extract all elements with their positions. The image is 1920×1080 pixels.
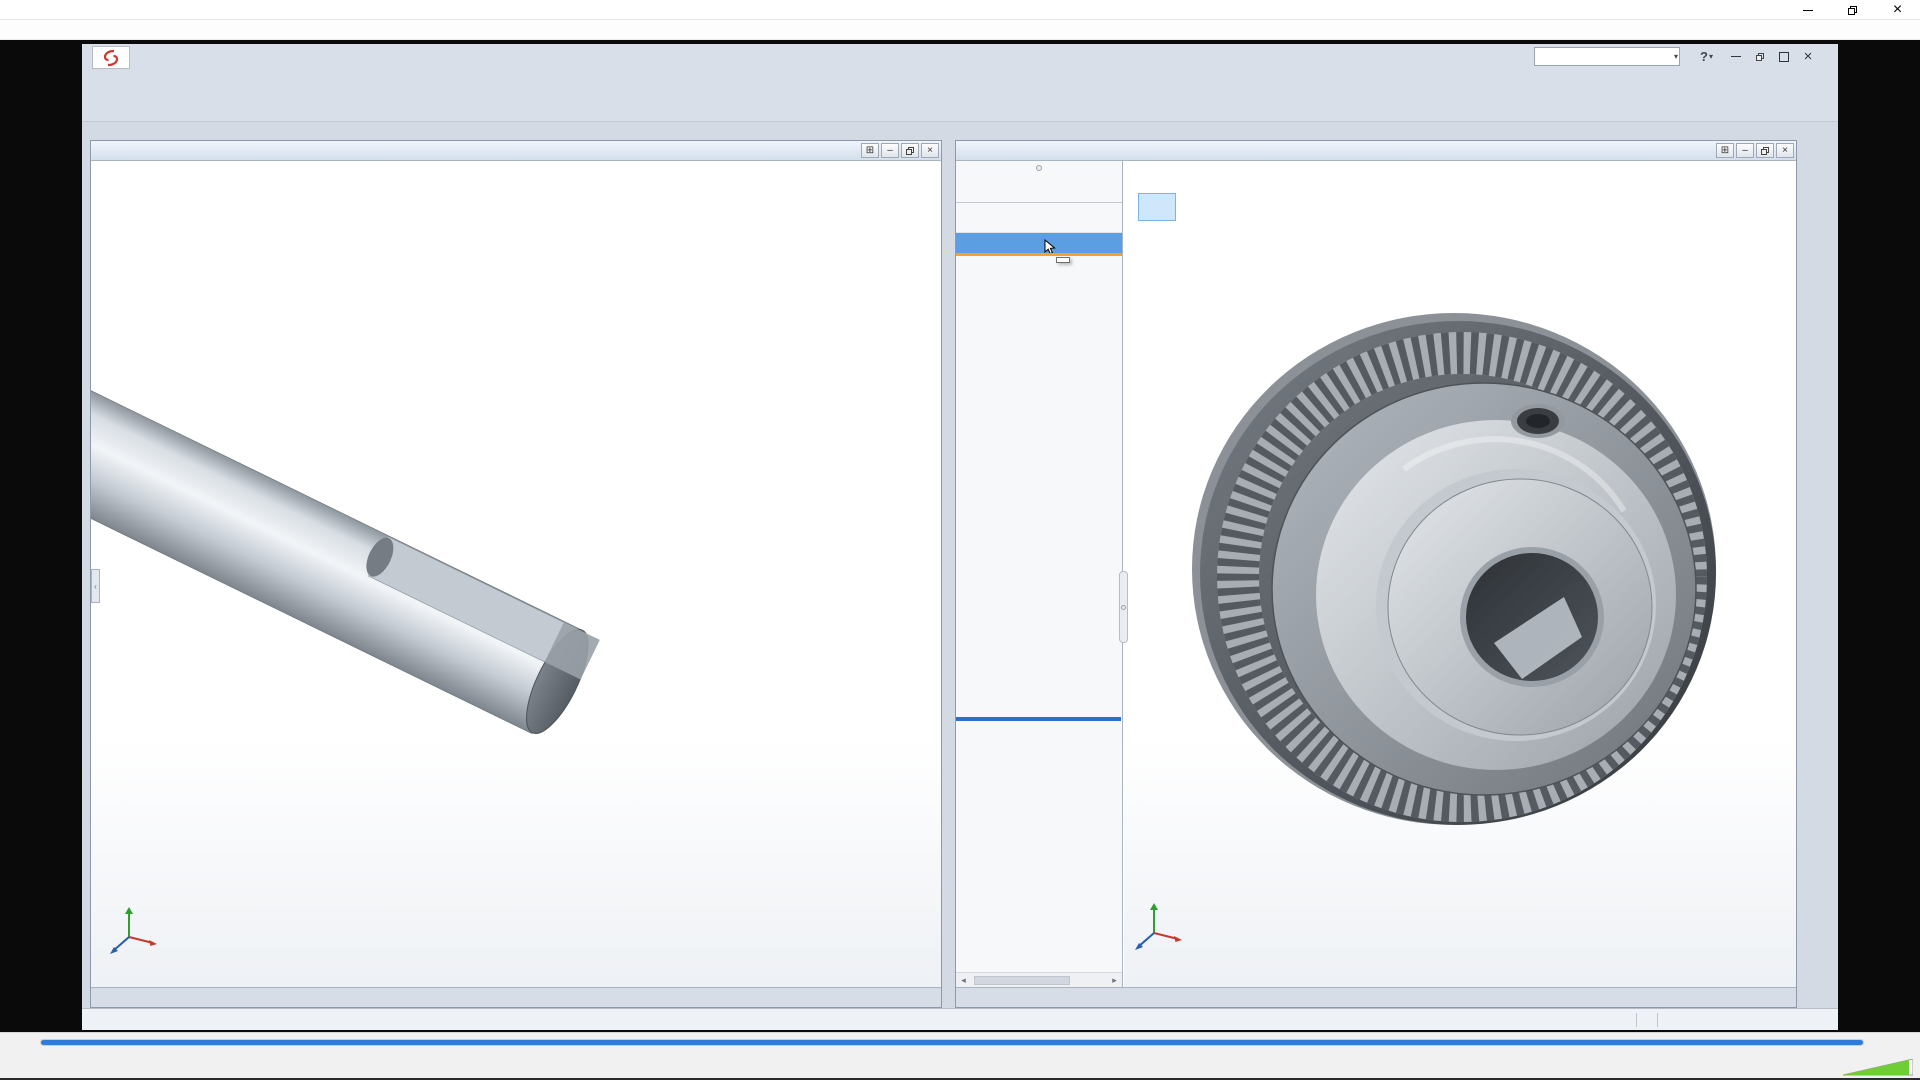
shaft-window-buttons: ⊞ – × bbox=[859, 143, 939, 158]
selection-breadcrumb-button[interactable] bbox=[1138, 193, 1176, 221]
help-dropdown-icon[interactable]: ▾ bbox=[1709, 52, 1713, 61]
restore-icon[interactable] bbox=[1830, 0, 1875, 20]
pulley-window-bottom-tabs bbox=[956, 987, 1796, 1007]
pulley-part-window: ⊞ – × bbox=[955, 140, 1797, 1008]
scroll-right-icon[interactable]: ▸ bbox=[1107, 975, 1122, 986]
sw-window-controls: × bbox=[1724, 48, 1820, 66]
drop-indicator bbox=[956, 253, 1122, 256]
collapse-panel-icon[interactable]: ‹ bbox=[91, 569, 100, 603]
tooltip bbox=[1056, 257, 1070, 263]
seek-fill bbox=[41, 1040, 1863, 1045]
solidworks-logo-mark bbox=[101, 49, 121, 67]
command-manager-toolbar bbox=[82, 72, 1838, 101]
vlc-titlebar: × bbox=[0, 0, 1920, 20]
sw-maximize-icon[interactable] bbox=[1772, 48, 1796, 66]
pulley-window-buttons: ⊞ – × bbox=[1714, 143, 1794, 158]
close-icon[interactable]: × bbox=[1875, 0, 1920, 20]
shaft-viewport[interactable]: ‹ bbox=[91, 161, 941, 987]
orientation-triad bbox=[1132, 899, 1184, 951]
shaft-window-bottom-tabs bbox=[91, 987, 941, 1007]
search-dropdown-icon[interactable]: ▾ bbox=[1674, 52, 1678, 61]
tree-panel-tabs bbox=[956, 175, 1122, 203]
window-split-icon[interactable]: ⊞ bbox=[1716, 143, 1734, 158]
panel-drag-handle[interactable] bbox=[956, 161, 1122, 175]
sw-topright: ▾ ? ▾ × bbox=[1534, 47, 1820, 66]
window-close-icon[interactable]: × bbox=[921, 143, 939, 158]
feature-manager-tree: ◂ ▸ bbox=[956, 161, 1123, 987]
tree-filter-row bbox=[956, 203, 1122, 233]
scrollbar-thumb[interactable] bbox=[974, 976, 1070, 985]
minimize-icon[interactable] bbox=[1785, 0, 1830, 20]
pulley-3d-model[interactable] bbox=[1154, 251, 1826, 951]
window-split-icon[interactable]: ⊞ bbox=[861, 143, 879, 158]
shaft-window-titlebar[interactable]: ⊞ – × bbox=[91, 141, 941, 161]
shaft-assembly-window: ⊞ – × bbox=[90, 140, 942, 1008]
window-minimize-icon[interactable]: – bbox=[881, 143, 899, 158]
sw-minimize-icon[interactable] bbox=[1724, 48, 1748, 66]
rollback-bar[interactable] bbox=[956, 717, 1121, 721]
solidworks-window: ▾ ? ▾ × bbox=[82, 44, 1838, 1030]
orientation-triad bbox=[107, 903, 159, 955]
mouse-cursor-icon bbox=[1044, 239, 1058, 253]
video-area[interactable]: ▾ ? ▾ × bbox=[0, 40, 1920, 1032]
window-restore-icon[interactable] bbox=[1756, 143, 1774, 158]
sw-status-bar bbox=[82, 1008, 1838, 1030]
solidworks-logo bbox=[92, 46, 130, 69]
tree-root-item-selected[interactable] bbox=[956, 233, 1122, 253]
screen: × bbox=[0, 0, 1920, 1080]
window-restore-icon[interactable] bbox=[901, 143, 919, 158]
pulley-viewport[interactable] bbox=[1124, 161, 1796, 987]
volume-slider[interactable] bbox=[1843, 1059, 1913, 1076]
search-commands-box[interactable]: ▾ bbox=[1534, 47, 1680, 66]
window-minimize-icon[interactable]: – bbox=[1736, 143, 1754, 158]
vlc-menubar bbox=[0, 20, 1920, 40]
shaft-3d-model[interactable] bbox=[91, 161, 941, 987]
window-close-icon[interactable]: × bbox=[1776, 143, 1794, 158]
scroll-left-icon[interactable]: ◂ bbox=[956, 975, 971, 986]
pulley-window-titlebar[interactable]: ⊞ – × bbox=[956, 141, 1796, 161]
vlc-controls bbox=[0, 1032, 1920, 1078]
sw-restore-icon[interactable] bbox=[1748, 48, 1772, 66]
command-manager-tabs bbox=[82, 101, 1838, 122]
sw-topbar: ▾ ? ▾ × bbox=[82, 44, 1838, 72]
panel-splitter-handle[interactable] bbox=[1119, 571, 1128, 643]
seek-bar[interactable] bbox=[40, 1039, 1864, 1046]
tree-horizontal-scrollbar[interactable]: ◂ ▸ bbox=[956, 972, 1122, 987]
sw-close-icon[interactable]: × bbox=[1796, 48, 1820, 66]
